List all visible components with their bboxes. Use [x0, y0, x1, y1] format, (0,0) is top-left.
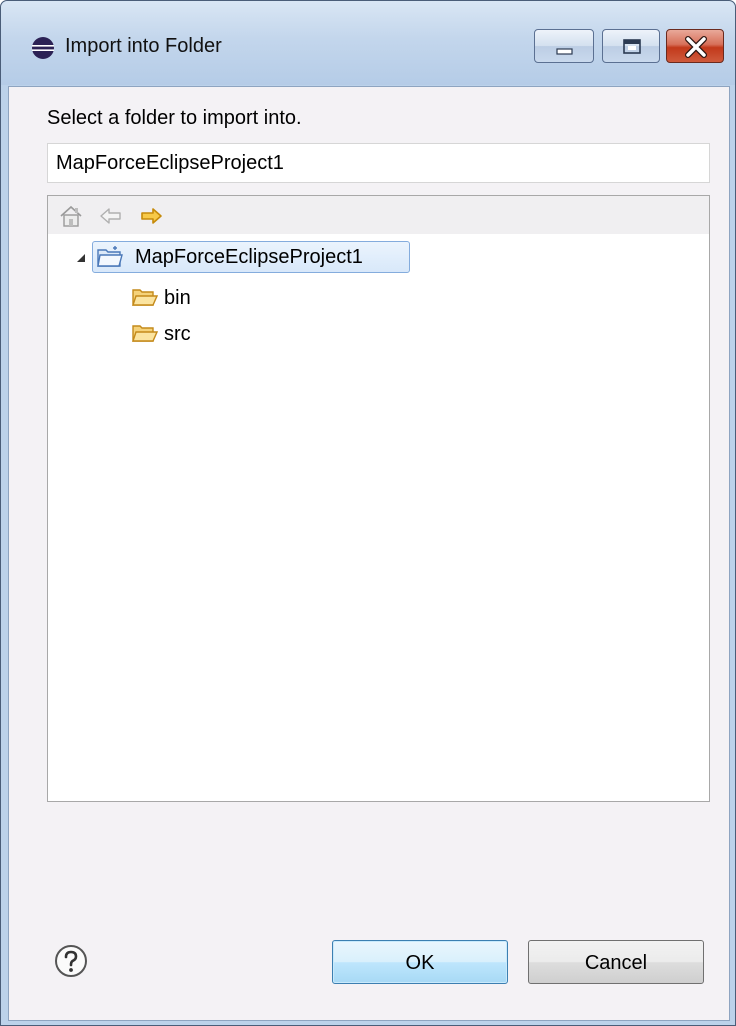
tree-toolbar: [48, 196, 709, 234]
collapse-triangle-icon[interactable]: [76, 253, 86, 263]
folder-icon: [132, 289, 158, 306]
tree-item-label: bin: [164, 287, 191, 309]
tree-item-src[interactable]: src: [132, 319, 272, 351]
tree-root-node[interactable]: MapForceEclipseProject1: [92, 241, 410, 273]
minimize-icon: [556, 48, 573, 55]
dialog-body: Select a folder to import into. MapForce…: [8, 86, 730, 1021]
back-arrow-icon[interactable]: [98, 203, 124, 229]
tree-root-label: MapForceEclipseProject1: [135, 246, 363, 268]
close-button[interactable]: [666, 29, 724, 63]
close-icon: [685, 36, 707, 58]
folder-path-input[interactable]: [47, 143, 710, 183]
eclipse-icon: [32, 37, 54, 59]
import-into-folder-dialog: Import into Folder Select a folder to im…: [0, 0, 736, 1026]
cancel-button[interactable]: Cancel: [528, 940, 704, 984]
forward-arrow-icon[interactable]: [138, 203, 164, 229]
help-icon[interactable]: [54, 944, 88, 978]
window-title: Import into Folder: [65, 35, 222, 57]
maximize-button[interactable]: [602, 29, 660, 63]
tree-item-bin[interactable]: bin: [132, 283, 272, 315]
ok-button[interactable]: OK: [332, 940, 508, 984]
prompt-label: Select a folder to import into.: [47, 107, 302, 129]
minimize-button[interactable]: [534, 29, 594, 63]
project-folder-icon: [97, 246, 123, 267]
home-icon[interactable]: [58, 203, 84, 229]
tree-item-label: src: [164, 323, 191, 345]
title-bar[interactable]: Import into Folder: [1, 1, 735, 85]
folder-icon: [132, 325, 158, 342]
maximize-icon: [623, 39, 641, 54]
folder-tree[interactable]: MapForceEclipseProject1 bin src: [47, 195, 710, 802]
